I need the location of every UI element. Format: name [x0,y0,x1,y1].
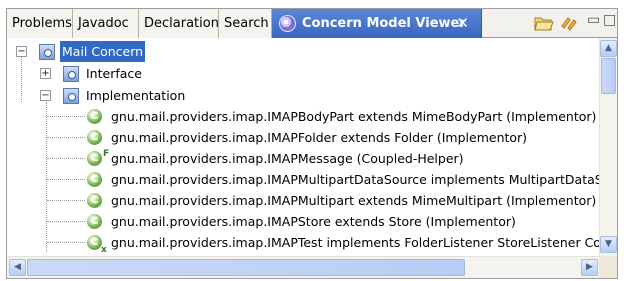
concern-viewer-icon [279,15,296,32]
horizontal-scroll-thumb[interactable] [27,259,465,276]
open-folder-icon[interactable] [534,14,554,32]
tree-item-label: gnu.mail.providers.imap.IMAPFolder exten… [111,130,528,145]
class-icon: C [87,235,102,250]
scrollbar-corner [599,256,617,278]
tree-guide-line [47,137,85,138]
scroll-left-button[interactable]: ◀ [9,259,26,276]
tree-guide-line [47,221,85,222]
tree-item-class[interactable]: C x gnu.mail.providers.imap.IMAPTest imp… [7,232,601,255]
view-tab-strip: Problems Javadoc Declaration Search Conc… [6,8,618,38]
vertical-scroll-thumb[interactable] [601,58,616,94]
tree-item-label: gnu.mail.providers.imap.IMAPTest impleme… [111,235,601,250]
class-icon: C [87,193,102,208]
tree-item-label: Mail Concern [60,41,146,62]
badge-icon: x [101,245,107,255]
vertical-scrollbar[interactable]: ▲ ▼ [599,38,617,256]
tree-guide-line [47,158,85,159]
scroll-down-button[interactable]: ▼ [600,236,617,253]
tab-label: Concern Model Viewer [302,16,466,31]
class-icon: C [87,214,102,229]
tree-guide-line [47,116,85,117]
close-icon[interactable]: ✕ [456,9,469,38]
tab-label: Problems [12,16,72,31]
sync-icon[interactable] [558,14,578,32]
concern-icon [39,44,55,60]
scroll-up-button[interactable]: ▲ [600,40,617,57]
tree-item-class[interactable]: C gnu.mail.providers.imap.IMAPFolder ext… [7,127,601,148]
tree-guide-line [47,242,85,243]
tree-item-label: Interface [86,66,142,81]
collapse-toggle[interactable]: − [16,46,27,57]
tree-item-label: gnu.mail.providers.imap.IMAPMessage (Cou… [111,151,464,166]
tree-guide-line [47,179,85,180]
class-icon: C [87,151,102,166]
tab-concern-model-viewer[interactable]: Concern Model Viewer ✕ [272,9,482,38]
minimize-icon[interactable]: ▭ [587,12,600,32]
maximize-icon[interactable]: □ [603,12,616,32]
concern-icon [63,88,79,104]
tab-problems[interactable]: Problems [7,9,73,38]
tab-label: Declaration [144,16,219,31]
tree-item-class[interactable]: C gnu.mail.providers.imap.IMAPMultipart … [7,190,601,211]
tree-item-class[interactable]: C F gnu.mail.providers.imap.IMAPMessage … [7,148,601,169]
final-badge-icon: F [103,149,110,159]
tree-item-label: gnu.mail.providers.imap.IMAPStore extend… [111,214,516,229]
tab-declaration[interactable]: Declaration [139,9,219,38]
tree-item-class[interactable]: C gnu.mail.providers.imap.IMAPMultipartD… [7,169,601,190]
tree-item-class[interactable]: C gnu.mail.providers.imap.IMAPBodyPart e… [7,106,601,127]
tree-item-label: gnu.mail.providers.imap.IMAPMultipart ex… [111,193,597,208]
tree-guide-line [21,52,22,102]
tree-guide-line [47,200,85,201]
tab-label: Search [224,16,269,31]
tree-item-label: Implementation [86,88,186,103]
concern-icon [63,66,79,82]
tree-item-class[interactable]: C gnu.mail.providers.imap.IMAPStore exte… [7,211,601,232]
tab-javadoc[interactable]: Javadoc [73,9,139,38]
collapse-toggle[interactable]: − [40,90,51,101]
concern-tree-panel: − Mail Concern + Interface − Implementat… [6,38,618,279]
tree-item-label: gnu.mail.providers.imap.IMAPMultipartDat… [111,172,601,187]
class-icon: C [87,109,102,124]
tab-search[interactable]: Search [219,9,272,38]
tab-label: Javadoc [78,16,129,31]
horizontal-scrollbar[interactable]: ◀ ▶ [7,256,601,278]
concern-tree: − Mail Concern + Interface − Implementat… [7,38,601,256]
class-icon: C [87,172,102,187]
class-icon: C [87,130,102,145]
view-frame: Problems Javadoc Declaration Search Conc… [0,0,624,281]
scroll-right-button[interactable]: ▶ [581,259,598,276]
expand-toggle[interactable]: + [40,68,51,79]
tree-item-label: gnu.mail.providers.imap.IMAPBodyPart ext… [111,109,597,124]
